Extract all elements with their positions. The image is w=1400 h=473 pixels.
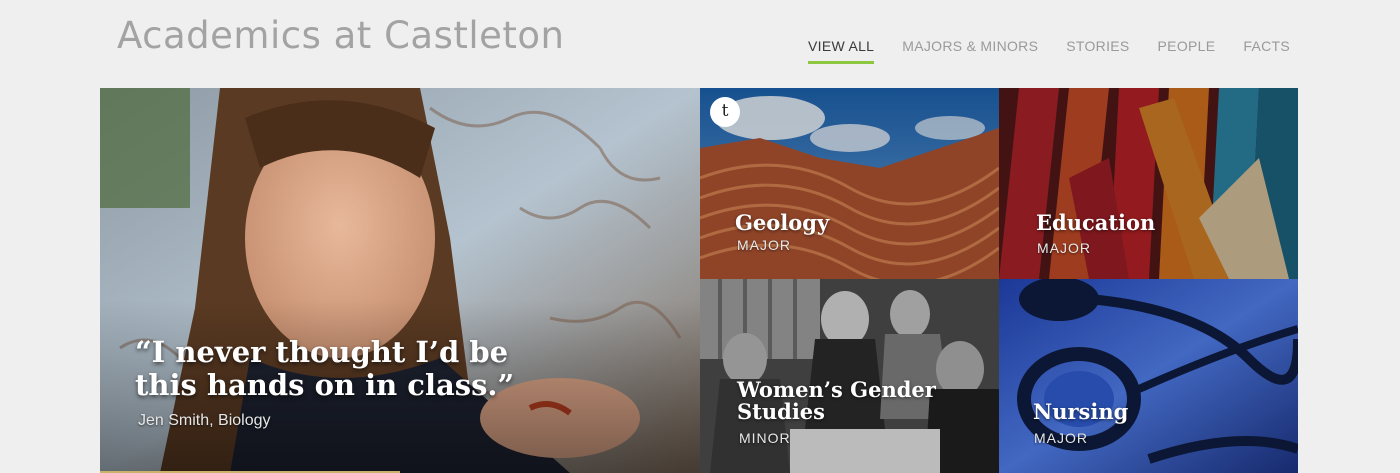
tile-title: Nursing xyxy=(1033,399,1129,424)
nav-facts[interactable]: FACTS xyxy=(1243,38,1290,64)
tile-subtitle: MAJOR xyxy=(1037,240,1091,256)
nav-people[interactable]: PEOPLE xyxy=(1158,38,1216,64)
tile-subtitle: MINOR xyxy=(739,430,791,446)
hero-quote: “I never thought I’d be this hands on in… xyxy=(135,335,515,402)
academics-grid: “I never thought I’d be this hands on in… xyxy=(100,88,1298,473)
section-nav: VIEW ALL MAJORS & MINORS STORIES PEOPLE … xyxy=(808,38,1290,64)
tile-title: Geology xyxy=(735,210,830,235)
page-title: Academics at Castleton xyxy=(117,14,565,57)
nav-view-all[interactable]: VIEW ALL xyxy=(808,38,875,64)
tile-title: Women’s Gender Studies xyxy=(737,377,936,424)
nav-majors-minors[interactable]: MAJORS & MINORS xyxy=(902,38,1038,64)
tile-subtitle: MAJOR xyxy=(1034,430,1088,446)
tile-education[interactable]: Education MAJOR xyxy=(999,88,1298,279)
nav-stories[interactable]: STORIES xyxy=(1066,38,1129,64)
tile-nursing[interactable]: Nursing MAJOR xyxy=(999,279,1298,473)
hero-story-tile[interactable]: “I never thought I’d be this hands on in… xyxy=(100,88,700,473)
tile-subtitle: MAJOR xyxy=(737,237,791,253)
tile-title: Education xyxy=(1036,210,1156,235)
tile-geology[interactable]: t Geology MAJOR xyxy=(700,88,999,279)
page-header: Academics at Castleton VIEW ALL MAJORS &… xyxy=(0,0,1400,88)
hero-attribution: Jen Smith, Biology xyxy=(138,412,271,429)
tile-womens-gender-studies[interactable]: Women’s Gender Studies MINOR xyxy=(700,279,999,473)
tumblr-icon[interactable]: t xyxy=(710,97,740,127)
